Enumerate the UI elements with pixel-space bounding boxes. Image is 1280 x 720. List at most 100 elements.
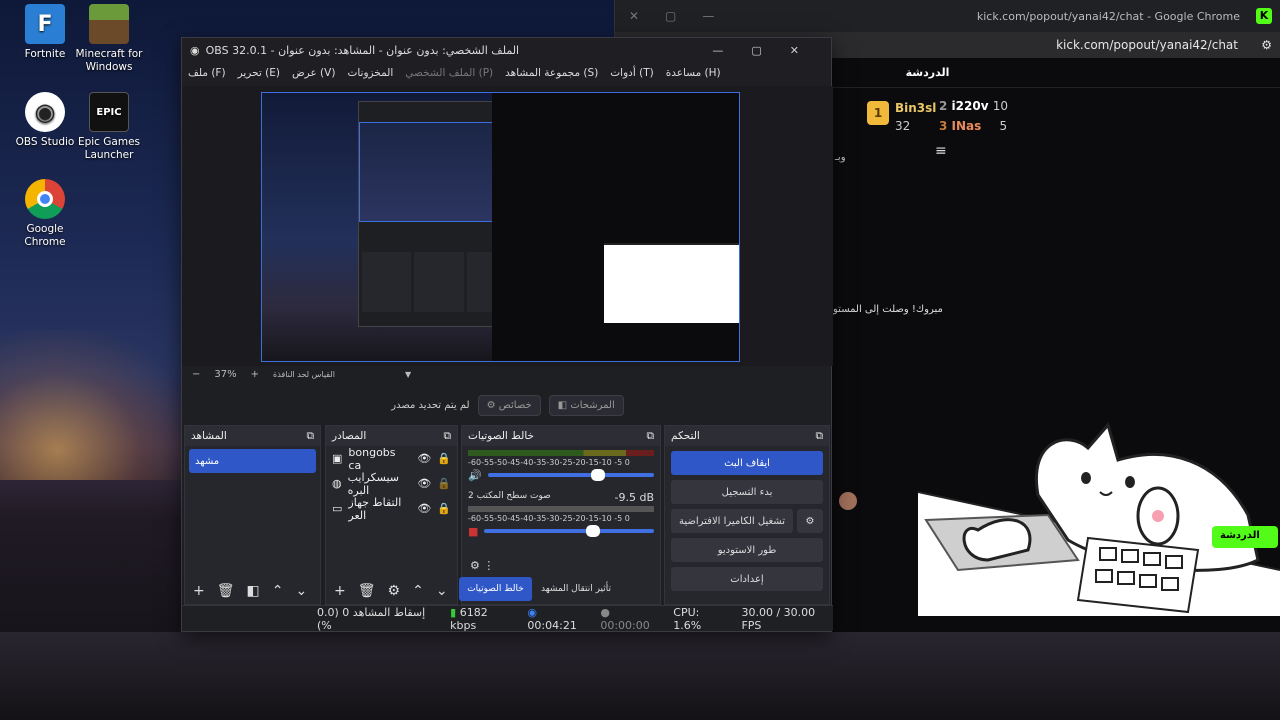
desktop-icon-minecraft[interactable]: Minecraft for Windows xyxy=(73,4,145,74)
desktop-icon-fortnite[interactable]: F Fortnite xyxy=(9,4,81,61)
leader-count: 5 xyxy=(999,119,1008,133)
source-row[interactable]: ▭ التقاط جهاز العر 👁 🔒 xyxy=(326,496,457,522)
stop-streaming-button[interactable]: ايقاف البث xyxy=(671,451,823,475)
lock-icon[interactable]: 🔒 xyxy=(437,477,451,490)
monitor-icon: ▭ xyxy=(332,502,343,515)
obs-titlebar[interactable]: ◉ OBS 32.0.1 - الملف الشخصي: بدون عنوان … xyxy=(182,38,831,62)
window-controls-icon[interactable]: ✕▢— xyxy=(629,9,740,23)
menu-view[interactable]: عرض (V) xyxy=(292,67,335,79)
preview-nested-cat xyxy=(604,243,739,323)
globe-icon: ◍ xyxy=(332,477,342,490)
chat-message: وبـ xyxy=(835,152,846,163)
tab-scene-transitions[interactable]: تأثير انتقال المشهد xyxy=(536,577,616,601)
volume-slider[interactable] xyxy=(487,469,654,481)
sources-dock-title: المصادر xyxy=(332,430,367,442)
fortnite-icon: F xyxy=(25,4,65,44)
muted-speaker-icon[interactable]: ■ xyxy=(468,525,478,538)
url-text: kick.com/popout/yanai42/chat xyxy=(1056,38,1238,52)
meter-scale: -60-55-50-45-40-35-30-25-20-15-10 -5 0 xyxy=(468,514,630,523)
undock-icon[interactable]: ⧉ xyxy=(444,430,452,443)
sources-dock: المصادر ⧉ ▣ bongobs ca 👁 🔒 ◍ سيسكرايب البره 👁 🔒… xyxy=(325,425,458,605)
undock-icon[interactable]: ⧉ xyxy=(647,430,655,443)
start-recording-button[interactable]: بدء التسجيل xyxy=(671,480,823,504)
move-down-icon[interactable]: ⌄ xyxy=(436,583,448,599)
undock-icon[interactable]: ⧉ xyxy=(307,430,315,443)
virtual-camera-button[interactable]: تشغيل الكاميرا الافتراضية xyxy=(671,509,793,533)
add-source-icon[interactable]: + xyxy=(334,583,346,599)
tab-audio-mixer[interactable]: خالط الصوتيات xyxy=(459,577,532,601)
obs-window[interactable]: ◉ OBS 32.0.1 - الملف الشخصي: بدون عنوان … xyxy=(181,37,833,632)
settings-button[interactable]: إعدادات xyxy=(671,567,823,591)
leader-name: i220v xyxy=(951,99,989,113)
eye-icon[interactable]: 👁 xyxy=(417,502,431,515)
obs-window-controls-icon[interactable]: —▢✕ xyxy=(712,44,831,57)
move-up-icon[interactable]: ⌃ xyxy=(272,583,284,599)
preview-area[interactable] xyxy=(182,86,833,366)
obs-logo-icon: ◉ xyxy=(190,43,200,57)
page-settings-icon[interactable]: ⚙ xyxy=(1261,38,1272,52)
undock-icon[interactable]: ⧉ xyxy=(816,430,824,443)
leader-count: 32 xyxy=(895,119,911,133)
leader-name: INas xyxy=(951,119,982,133)
menu-file[interactable]: ملف (F) xyxy=(188,67,226,79)
scale-dropdown-icon[interactable]: ▼ xyxy=(405,370,411,379)
desktop-icon-epic[interactable]: EPIC Epic Games Launcher xyxy=(73,92,145,162)
meter-scale: -60-55-50-45-40-35-30-25-20-15-10 -5 0 xyxy=(468,458,630,467)
volume-slider[interactable] xyxy=(484,525,654,537)
source-label: bongobs ca xyxy=(348,445,396,472)
stream-preview[interactable] xyxy=(261,92,740,362)
virtual-camera-settings-icon[interactable]: ⚙ xyxy=(797,509,823,533)
expand-leaderboard-icon[interactable]: ≡ xyxy=(935,143,947,159)
live-icon: ◉ xyxy=(527,605,538,619)
speaker-icon[interactable]: 🔊 xyxy=(468,469,482,482)
zoom-level: 37% xyxy=(214,368,237,380)
menu-docks[interactable]: المخزونات xyxy=(347,67,393,79)
leader-count: 10 xyxy=(992,99,1008,113)
studio-mode-button[interactable]: طور الاستوديو xyxy=(671,538,823,562)
mixer-settings-icon[interactable]: ⚙ ⋮ xyxy=(470,559,494,572)
menu-scene-collection[interactable]: مجموعة المشاهد (S) xyxy=(505,67,598,79)
status-bar: إسقاط المشاهد 0 (0.0 %) ▮ 6182 kbps ◉ 00… xyxy=(182,605,833,632)
eye-icon[interactable]: 👁 xyxy=(417,452,431,465)
eye-icon[interactable]: 👁 xyxy=(417,477,431,490)
desktop-icon-chrome[interactable]: Google Chrome xyxy=(9,179,81,249)
live-time: 00:04:21 xyxy=(527,618,577,632)
zoom-in-icon[interactable]: + xyxy=(251,369,259,380)
menu-help[interactable]: مساعدة (H) xyxy=(666,67,721,79)
remove-scene-icon[interactable]: 🗑 xyxy=(217,583,235,599)
lock-icon[interactable]: 🔒 xyxy=(437,452,451,465)
properties-button[interactable]: ⚙ خصائص xyxy=(477,394,541,416)
minecraft-icon xyxy=(89,4,129,44)
scenes-dock-title: المشاهد xyxy=(191,430,227,442)
menu-tools[interactable]: أدوات (T) xyxy=(610,67,653,79)
desktop-icon-label: Google Chrome xyxy=(24,223,66,248)
filter-icon[interactable]: ◧ xyxy=(247,583,260,599)
scale-mode[interactable]: القياس لحد النافذة xyxy=(273,370,335,379)
chrome-page-title: kick.com/popout/yanai42/chat - Google Ch… xyxy=(976,9,1240,23)
source-row[interactable]: ◍ سيسكرايب البره 👁 🔒 xyxy=(326,471,457,497)
filter-icon: ◧ xyxy=(557,399,571,411)
leaderboard-second: 2 i220v 10 xyxy=(939,99,1008,113)
move-up-icon[interactable]: ⌃ xyxy=(412,583,424,599)
fps: 30.00 / 30.00 FPS xyxy=(741,605,816,632)
bongo-cat-overlay: الدردشة xyxy=(917,420,1280,616)
desktop-icon-label: Epic Games Launcher xyxy=(77,136,141,161)
record-time: 00:00:00 xyxy=(600,618,650,632)
move-down-icon[interactable]: ⌄ xyxy=(295,583,307,599)
source-row[interactable]: ▣ bongobs ca 👁 🔒 xyxy=(326,445,457,472)
filters-button[interactable]: ◧ المرشحات xyxy=(548,394,624,416)
gear-icon[interactable]: ⚙ xyxy=(388,583,401,599)
lock-icon[interactable]: 🔒 xyxy=(437,502,451,515)
scene-item[interactable]: مشهد xyxy=(189,449,316,473)
chat-badge: الدردشة xyxy=(1220,530,1260,541)
silver-badge-icon: 2 xyxy=(939,99,948,113)
add-scene-icon[interactable]: + xyxy=(193,583,205,599)
desktop-icon-obs[interactable]: ◉ OBS Studio xyxy=(9,92,81,149)
menu-profile[interactable]: الملف الشخصي (P) xyxy=(405,67,493,79)
remove-source-icon[interactable]: 🗑 xyxy=(358,583,376,599)
zoom-out-icon[interactable]: − xyxy=(192,369,200,380)
chrome-titlebar[interactable]: ✕▢— kick.com/popout/yanai42/chat - Googl… xyxy=(615,0,1280,32)
menu-edit[interactable]: تحرير (E) xyxy=(238,67,280,79)
controls-dock-title: التحكم xyxy=(671,430,700,442)
source-toolbar: لم يتم تحديد مصدر ⚙ خصائص ◧ المرشحات xyxy=(182,388,833,422)
